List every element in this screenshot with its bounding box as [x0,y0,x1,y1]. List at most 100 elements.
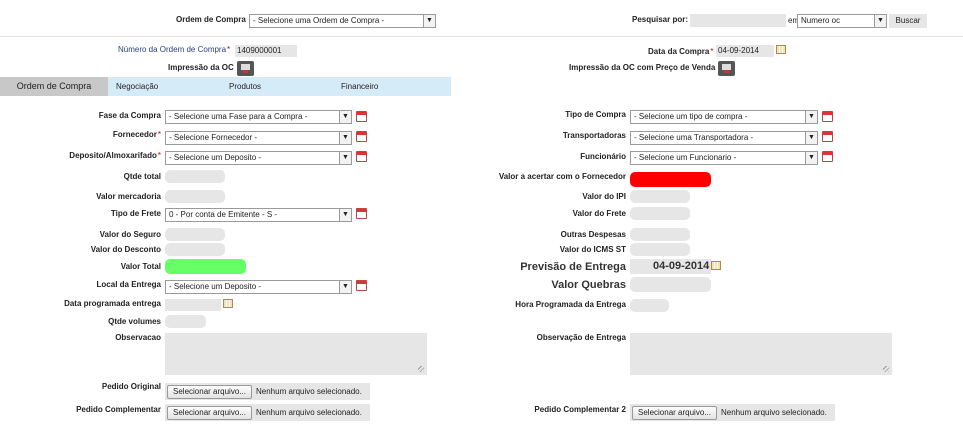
valor-desconto-label: Valor do Desconto [90,245,161,254]
ordem-compra-label: Ordem de Compra [176,15,246,24]
tab-negociacao-label: Negociação [116,82,159,91]
previsao-entrega-field[interactable]: 04-09-2014 [630,259,711,274]
chevron-down-icon: ▼ [339,209,351,221]
qtde-total-label: Qtde total [123,172,161,181]
tab-financeiro-label: Financeiro [341,82,379,91]
valor-frete-label: Valor do Frete [572,209,626,218]
outras-despesas-label: Outras Despesas [560,230,626,239]
print-icon[interactable] [237,61,254,76]
pesquisar-label: Pesquisar por: [632,15,689,24]
valor-quebras-field [630,277,711,292]
valor-total-label: Valor Total [120,262,161,271]
ordem-compra-select[interactable]: - Selecione uma Ordem de Compra - ▼ [249,14,436,28]
calendar-icon[interactable] [776,45,786,54]
tab-negociacao[interactable]: Negociação [116,77,158,96]
observacao-label: Observacao [115,333,161,342]
numero-oc-value: 1409000001 [237,46,282,55]
pedido-complementar2-file: Selecionar arquivo... Nenhum arquivo sel… [630,404,835,421]
buscar-button[interactable]: Buscar [889,14,927,28]
tipo-compra-label: Tipo de Compra [565,110,626,119]
valor-acertar-field [630,172,711,187]
calendar-add-icon[interactable] [822,111,833,122]
calendar-add-icon[interactable] [356,208,367,219]
tab-produtos-label: Produtos [229,82,262,91]
valor-total-field [165,259,246,274]
calendar-icon[interactable] [223,299,233,308]
calendar-add-icon[interactable] [356,111,367,122]
fornecedor-select[interactable]: - Selecione Fornecedor - ▼ [165,131,352,145]
local-entrega-select[interactable]: - Selecione um Deposito - ▼ [165,280,352,294]
data-programada-field[interactable] [165,299,221,311]
hora-programada-field[interactable] [630,299,669,312]
funcionario-select[interactable]: - Selecione um Funcionario - ▼ [630,151,818,165]
pedido-original-file: Selecionar arquivo... Nenhum arquivo sel… [165,383,370,400]
valor-mercadoria-label: Valor mercadoria [96,192,161,201]
calendar-add-icon[interactable] [822,151,833,162]
observacao-textarea[interactable] [165,333,427,375]
tipo-frete-value: 0 - Por conta de Emitente - S - [169,210,278,219]
pedido-complementar-file-button[interactable]: Selecionar arquivo... [167,406,252,420]
calendar-add-icon[interactable] [356,151,367,162]
deposito-select[interactable]: - Selecione um Deposito - ▼ [165,151,352,165]
tab-produtos[interactable]: Produtos [229,77,261,96]
tipo-compra-select[interactable]: - Selecione um tipo de compra - ▼ [630,110,818,124]
valor-seguro-label: Valor do Seguro [99,230,161,239]
funcionario-value: - Selecione um Funcionario - [634,153,737,162]
tab-financeiro[interactable]: Financeiro [341,77,378,96]
tab-ordem-compra[interactable]: Ordem de Compra [0,77,108,96]
valor-ipi-label: Valor do IPI [582,192,626,201]
tab-ordem-compra-label: Ordem de Compra [16,81,92,91]
pedido-complementar-file: Selecionar arquivo... Nenhum arquivo sel… [165,404,370,421]
pedido-complementar-label: Pedido Complementar [76,405,161,414]
chevron-down-icon: ▼ [805,152,817,164]
local-entrega-value: - Selecione um Deposito - [169,282,262,291]
numero-oc-label: Número da Ordem de Compra* [118,45,231,54]
valor-icms-st-field [630,243,690,256]
valor-ipi-field [630,190,690,203]
numero-oc-label-text: Número da Ordem de Compra [118,45,227,54]
chevron-down-icon: ▼ [339,132,351,144]
tab-bar: Ordem de Compra Negociação Produtos Fina… [0,77,451,96]
print-icon[interactable] [718,61,735,76]
valor-quebras-label: Valor Quebras [551,279,626,291]
file-button-label: Selecionar arquivo... [638,408,711,417]
data-compra-field[interactable]: 04-09-2014 [716,45,774,57]
pedido-original-file-button[interactable]: Selecionar arquivo... [167,385,252,399]
chevron-down-icon: ▼ [423,15,435,27]
fase-compra-label: Fase da Compra [98,111,161,120]
previsao-entrega-label: Previsão de Entrega [520,261,626,273]
data-programada-label: Data programada entrega [64,299,161,308]
file-button-label: Selecionar arquivo... [173,408,246,417]
calendar-add-icon[interactable] [356,280,367,291]
calendar-add-icon[interactable] [822,131,833,142]
pedido-complementar-file-status: Nenhum arquivo selecionado. [256,408,362,417]
outras-despesas-field [630,228,690,241]
qtde-volumes-field[interactable] [165,315,206,328]
calendar-icon[interactable] [711,261,721,270]
search-field-select[interactable]: Numero oc ▼ [797,14,887,28]
pedido-complementar2-file-status: Nenhum arquivo selecionado. [721,408,827,417]
tipo-frete-label: Tipo de Frete [110,209,161,218]
pedido-complementar2-label: Pedido Complementar 2 [534,405,626,414]
data-compra-label: Data da Compra* [648,47,714,56]
observacao-entrega-textarea[interactable] [630,333,892,375]
transportadoras-label: Transportadoras [562,131,626,140]
pedido-complementar2-file-button[interactable]: Selecionar arquivo... [632,406,717,420]
hora-programada-label: Hora Programada da Entrega [515,300,626,309]
search-field-value: Numero oc [801,16,841,25]
valor-frete-field [630,207,690,220]
impressao-oc-preco-label: Impressão da OC com Preço de Venda [569,63,716,72]
data-compra-label-text: Data da Compra [648,47,710,56]
transportadoras-select[interactable]: - Selecione uma Transportadora - ▼ [630,131,818,145]
previsao-entrega-value: 04-09-2014 [653,260,710,272]
data-compra-value: 04-09-2014 [718,46,759,55]
qtde-total-field [165,170,225,183]
valor-acertar-label: Valor a acertar com o Fornecedor [498,172,626,181]
search-input[interactable] [690,14,786,27]
numero-oc-field: 1409000001 [235,45,297,57]
file-button-label: Selecionar arquivo... [173,387,246,396]
chevron-down-icon: ▼ [874,15,886,27]
tipo-frete-select[interactable]: 0 - Por conta de Emitente - S - ▼ [165,208,352,222]
calendar-add-icon[interactable] [356,131,367,142]
fase-compra-select[interactable]: - Selecione uma Fase para a Compra - ▼ [165,110,352,124]
